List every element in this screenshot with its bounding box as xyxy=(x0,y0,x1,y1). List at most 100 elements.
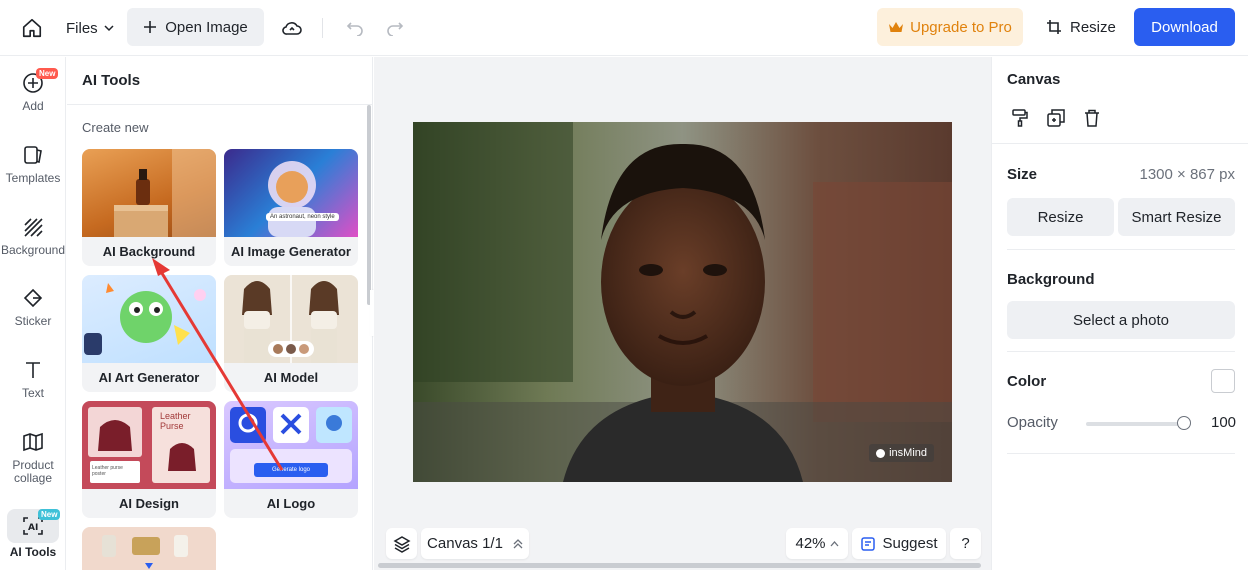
rail-label: Templates xyxy=(5,171,61,185)
product-collage-icon xyxy=(20,429,46,455)
ai-art-generator-thumbnail xyxy=(82,275,216,363)
panel-divider xyxy=(1007,249,1235,250)
new-badge: New xyxy=(36,68,59,79)
zoom-button[interactable]: 42% xyxy=(786,528,848,559)
toolbar-divider xyxy=(322,18,323,38)
rail-item-ai-tools[interactable]: AI New AI Tools xyxy=(0,509,66,559)
tool-card-label: AI Model xyxy=(263,370,319,385)
plus-circle-icon: New xyxy=(20,68,59,96)
rail-item-text[interactable]: Text xyxy=(0,357,66,400)
redo-icon[interactable] xyxy=(384,14,406,42)
panel-title: Canvas xyxy=(1007,71,1061,88)
tool-card-label: AI Art Generator xyxy=(98,370,200,385)
panel-scrollbar[interactable] xyxy=(367,105,371,305)
undo-icon[interactable] xyxy=(344,14,366,42)
top-toolbar: Files Open Image Upgrade to Pro Resize D… xyxy=(0,0,1248,56)
sticker-icon xyxy=(20,285,46,311)
tool-card-ai-logo[interactable]: Generate logo AI Logo xyxy=(224,401,358,518)
opacity-value: 100 xyxy=(1211,414,1237,431)
trash-icon[interactable] xyxy=(1082,107,1102,129)
canvas-photo[interactable]: insMind xyxy=(413,122,952,482)
ai-design-thumbnail: Leather Purse Leather purse poster xyxy=(82,401,216,489)
duplicate-icon[interactable] xyxy=(1046,107,1066,129)
open-image-button[interactable]: Open Image xyxy=(127,8,264,46)
tool-card-ai-model[interactable]: AI Model xyxy=(224,275,358,392)
chevron-up-double-icon xyxy=(513,538,523,548)
prompt-chip: An astronaut, neon style xyxy=(266,213,339,221)
help-label: ? xyxy=(961,535,970,552)
opacity-slider-handle[interactable] xyxy=(1177,416,1191,430)
canvas-action-icons xyxy=(1010,107,1102,129)
resize-label: Resize xyxy=(1070,18,1116,36)
ai-tools-icon: AI New xyxy=(7,509,61,543)
layers-button[interactable] xyxy=(386,528,417,559)
tool-card-ai-image-generator[interactable]: An astronaut, neon style AI Image Genera… xyxy=(224,149,358,266)
tool-card-partial[interactable] xyxy=(82,527,216,570)
resize-button[interactable]: Resize xyxy=(1046,8,1116,46)
color-label: Color xyxy=(1007,373,1047,390)
rail-label: Product collage xyxy=(12,458,54,485)
opacity-label: Opacity xyxy=(1007,414,1058,431)
rail-item-background[interactable]: Background xyxy=(0,214,66,257)
tool-card-ai-background[interactable]: AI Background xyxy=(82,149,216,266)
rail-item-templates[interactable]: Templates xyxy=(0,142,66,185)
tool-card-label: AI Design xyxy=(119,496,179,511)
rail-label: AI Tools xyxy=(9,545,57,559)
crop-icon xyxy=(1047,20,1061,34)
paint-roller-icon[interactable] xyxy=(1010,107,1030,129)
download-button[interactable]: Download xyxy=(1134,8,1235,46)
select-photo-button[interactable]: Select a photo xyxy=(1007,301,1235,339)
canvas-workspace: insMind Canvas 1/1 42% Suggest ? xyxy=(374,57,991,570)
suggest-button[interactable]: Suggest xyxy=(852,528,946,559)
canvas-resize-button[interactable]: Resize xyxy=(1007,198,1114,236)
size-label: Size xyxy=(1007,166,1038,183)
ai-logo-thumbnail: Generate logo xyxy=(224,401,358,489)
upgrade-label: Upgrade to Pro xyxy=(910,18,1012,36)
smart-resize-button[interactable]: Smart Resize xyxy=(1118,198,1235,236)
tool-card-ai-design[interactable]: Leather Purse Leather purse poster AI De… xyxy=(82,401,216,518)
rail-item-sticker[interactable]: Sticker xyxy=(0,285,66,328)
ai-model-thumbnail xyxy=(224,275,358,363)
rail-item-add[interactable]: New Add xyxy=(0,68,66,113)
color-swatch[interactable] xyxy=(1211,369,1235,393)
generate-logo-chip: Generate logo xyxy=(254,463,328,477)
select-photo-label: Select a photo xyxy=(1073,311,1169,329)
size-value: 1300 × 867 px xyxy=(1139,166,1235,183)
download-label: Download xyxy=(1151,18,1218,36)
rail-label: Background xyxy=(0,243,66,257)
upgrade-to-pro-button[interactable]: Upgrade to Pro xyxy=(877,8,1023,46)
rail-label: Add xyxy=(22,99,44,113)
plus-icon xyxy=(144,21,157,33)
tool-card-label: AI Logo xyxy=(266,496,316,511)
files-menu-button[interactable]: Files xyxy=(66,14,114,42)
page-label: Canvas 1/1 xyxy=(427,535,503,552)
rail-label: Text xyxy=(21,386,44,400)
home-icon[interactable] xyxy=(18,14,46,42)
background-hatch-icon xyxy=(20,214,46,240)
suggest-label: Suggest xyxy=(882,535,938,552)
cloud-sync-icon[interactable] xyxy=(279,14,305,42)
properties-panel: Canvas Size 1300 × 867 px Resize Smart R… xyxy=(991,57,1248,570)
opacity-slider-track[interactable] xyxy=(1086,422,1184,426)
panel-divider xyxy=(67,104,372,105)
templates-icon xyxy=(20,142,46,168)
panel-divider xyxy=(992,143,1248,144)
svg-text:AI: AI xyxy=(28,523,38,533)
resize-label: Resize xyxy=(1037,208,1084,226)
watermark-badge: insMind xyxy=(869,444,934,462)
partial-card-thumbnail xyxy=(82,527,216,570)
ai-background-thumbnail xyxy=(82,149,216,237)
new-badge: New xyxy=(38,509,61,520)
help-button[interactable]: ? xyxy=(950,528,981,559)
tool-card-ai-art-generator[interactable]: AI Art Generator xyxy=(82,275,216,392)
canvas-horizontal-scrollbar[interactable] xyxy=(378,563,981,568)
tool-card-label: AI Background xyxy=(102,244,196,259)
text-icon xyxy=(20,357,46,383)
watermark-logo-icon xyxy=(876,448,886,458)
canvas-bottom-right: 42% Suggest ? xyxy=(786,528,981,559)
page-navigator-button[interactable]: Canvas 1/1 xyxy=(421,528,529,559)
ai-tools-panel: AI Tools Create new AI Background An ast… xyxy=(67,57,373,570)
chevron-down-icon xyxy=(104,25,114,32)
section-heading: Create new xyxy=(82,120,149,135)
rail-item-product-collage[interactable]: Product collage xyxy=(0,429,66,485)
